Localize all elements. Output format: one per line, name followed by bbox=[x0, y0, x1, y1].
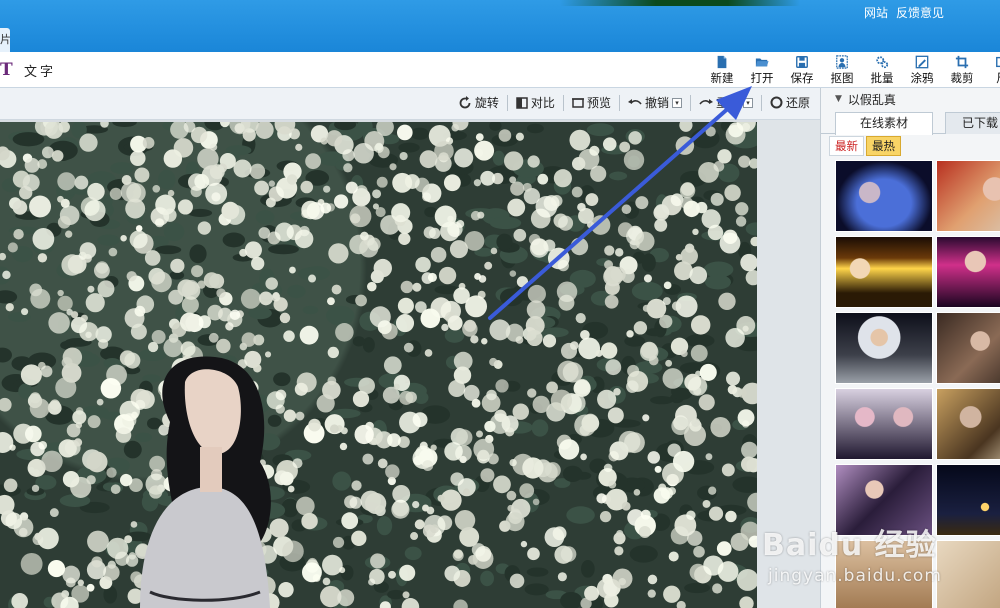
redo-button[interactable]: 重做 ▾ bbox=[693, 94, 759, 111]
template-thumbnail[interactable] bbox=[936, 312, 1000, 384]
undo-icon bbox=[627, 98, 642, 105]
flower-photo bbox=[0, 122, 757, 608]
text-tool-label: 文字 bbox=[24, 64, 57, 80]
cutout-button[interactable]: 抠图 bbox=[822, 54, 862, 86]
open-button[interactable]: 打开 bbox=[742, 54, 782, 86]
resize-label: 尺 bbox=[996, 70, 1000, 86]
title-links: 网站 反馈意见 bbox=[864, 4, 944, 21]
folder-open-icon bbox=[755, 58, 769, 67]
redo-label: 重做 bbox=[715, 96, 740, 110]
title-bar: 网站 反馈意见 片 bbox=[0, 0, 1000, 52]
template-thumbnail[interactable] bbox=[936, 236, 1000, 308]
compare-icon bbox=[516, 96, 528, 109]
crop-icon bbox=[955, 55, 969, 69]
sort-newest[interactable]: 最新 bbox=[829, 136, 864, 156]
template-thumbnail[interactable] bbox=[835, 160, 933, 232]
resize-icon bbox=[996, 56, 1000, 68]
separator bbox=[506, 94, 508, 111]
batch-button[interactable]: 批量 bbox=[862, 54, 902, 86]
template-thumbnail[interactable] bbox=[835, 236, 933, 308]
canvas-area[interactable] bbox=[0, 120, 820, 608]
rotate-label: 旋转 bbox=[474, 96, 499, 110]
save-button[interactable]: 保存 bbox=[782, 54, 822, 86]
main-toolbar: T 文字 新建 打开 保存 抠图 批量 涂鸦 裁剪 bbox=[0, 52, 1000, 88]
panel-tabs: 在线素材 已下载 bbox=[821, 112, 1000, 135]
cutout-icon bbox=[836, 55, 848, 69]
feedback-link[interactable]: 反馈意见 bbox=[896, 4, 944, 21]
separator bbox=[760, 94, 762, 111]
document-tab[interactable]: 片 bbox=[0, 28, 10, 52]
batch-label: 批量 bbox=[870, 71, 894, 85]
preview-icon bbox=[571, 97, 584, 108]
restore-button[interactable]: 还原 bbox=[764, 94, 816, 111]
template-thumbnail[interactable] bbox=[835, 388, 933, 460]
separator bbox=[562, 94, 564, 111]
template-thumbnail[interactable] bbox=[835, 312, 933, 384]
redo-dropdown-icon[interactable]: ▾ bbox=[742, 97, 753, 108]
template-thumbnail[interactable] bbox=[936, 160, 1000, 232]
separator bbox=[618, 94, 620, 111]
save-label: 保存 bbox=[790, 71, 814, 85]
sort-hottest[interactable]: 最热 bbox=[866, 136, 901, 156]
template-thumbnail[interactable] bbox=[936, 464, 1000, 536]
collapse-triangle-icon[interactable]: ▼ bbox=[835, 94, 842, 104]
separator bbox=[689, 94, 691, 111]
template-thumbnail[interactable] bbox=[936, 540, 1000, 608]
compare-button[interactable]: 对比 bbox=[510, 94, 561, 111]
text-t-icon: T bbox=[0, 60, 13, 80]
restore-icon bbox=[770, 96, 783, 109]
sort-tabs: 最新 最热 bbox=[829, 136, 901, 156]
undo-button[interactable]: 撤销 ▾ bbox=[622, 94, 688, 111]
restore-label: 还原 bbox=[785, 96, 810, 110]
watermark-main: Baidu 经验 bbox=[762, 528, 937, 563]
tab-downloaded[interactable]: 已下载 bbox=[945, 112, 1000, 134]
undo-dropdown-icon[interactable]: ▾ bbox=[671, 97, 682, 108]
baidu-watermark: Baidu 经验 jingyan.baidu.com bbox=[762, 520, 942, 586]
template-thumbnail[interactable] bbox=[936, 388, 1000, 460]
crop-label: 裁剪 bbox=[950, 71, 974, 85]
new-file-icon bbox=[717, 55, 727, 69]
photo-canvas[interactable] bbox=[0, 122, 757, 608]
panel-header[interactable]: ▼ 以假乱真 bbox=[821, 88, 1000, 110]
resize-button[interactable]: 尺 bbox=[982, 54, 1000, 86]
watermark-url: jingyan.baidu.com bbox=[768, 566, 942, 586]
cutout-label: 抠图 bbox=[830, 71, 854, 85]
new-button[interactable]: 新建 bbox=[702, 54, 742, 86]
new-label: 新建 bbox=[710, 71, 734, 85]
tab-online-material[interactable]: 在线素材 bbox=[835, 112, 933, 135]
panel-title: 以假乱真 bbox=[847, 92, 896, 107]
website-link[interactable]: 网站 bbox=[864, 4, 888, 21]
redo-icon bbox=[699, 98, 713, 105]
compare-label: 对比 bbox=[530, 96, 555, 110]
title-bar-overlay bbox=[560, 0, 800, 6]
doodle-icon bbox=[915, 55, 929, 69]
text-tool[interactable]: T 文字 bbox=[0, 60, 56, 80]
save-icon bbox=[796, 56, 808, 68]
doodle-button[interactable]: 涂鸦 bbox=[902, 54, 942, 86]
open-label: 打开 bbox=[750, 71, 774, 85]
rotate-icon bbox=[459, 95, 471, 108]
undo-label: 撤销 bbox=[644, 96, 669, 110]
preview-label: 预览 bbox=[586, 96, 611, 110]
batch-gear-icon bbox=[876, 56, 889, 69]
edit-toolbar: 旋转 对比 预览 撤销 ▾ 重做 ▾ 还原 bbox=[0, 88, 820, 120]
crop-button[interactable]: 裁剪 bbox=[942, 54, 982, 86]
preview-button[interactable]: 预览 bbox=[566, 94, 617, 111]
doodle-label: 涂鸦 bbox=[910, 71, 934, 85]
rotate-button[interactable]: 旋转 bbox=[452, 94, 505, 111]
